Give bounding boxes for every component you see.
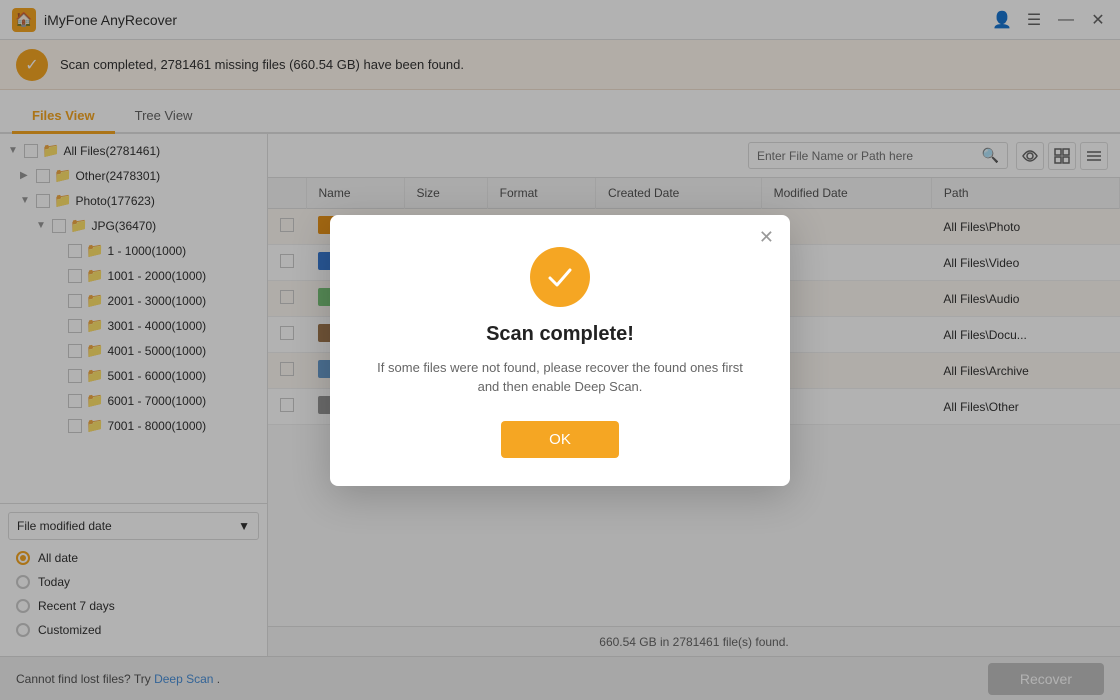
overlay: ✕ Scan complete! If some files were not …: [0, 0, 1120, 700]
dialog-title: Scan complete!: [486, 323, 634, 346]
scan-complete-dialog: ✕ Scan complete! If some files were not …: [330, 215, 790, 486]
dialog-close-button[interactable]: ✕: [759, 227, 774, 248]
dialog-ok-button[interactable]: OK: [501, 421, 619, 458]
dialog-success-icon: [530, 247, 590, 307]
dialog-body: If some files were not found, please rec…: [370, 358, 750, 397]
